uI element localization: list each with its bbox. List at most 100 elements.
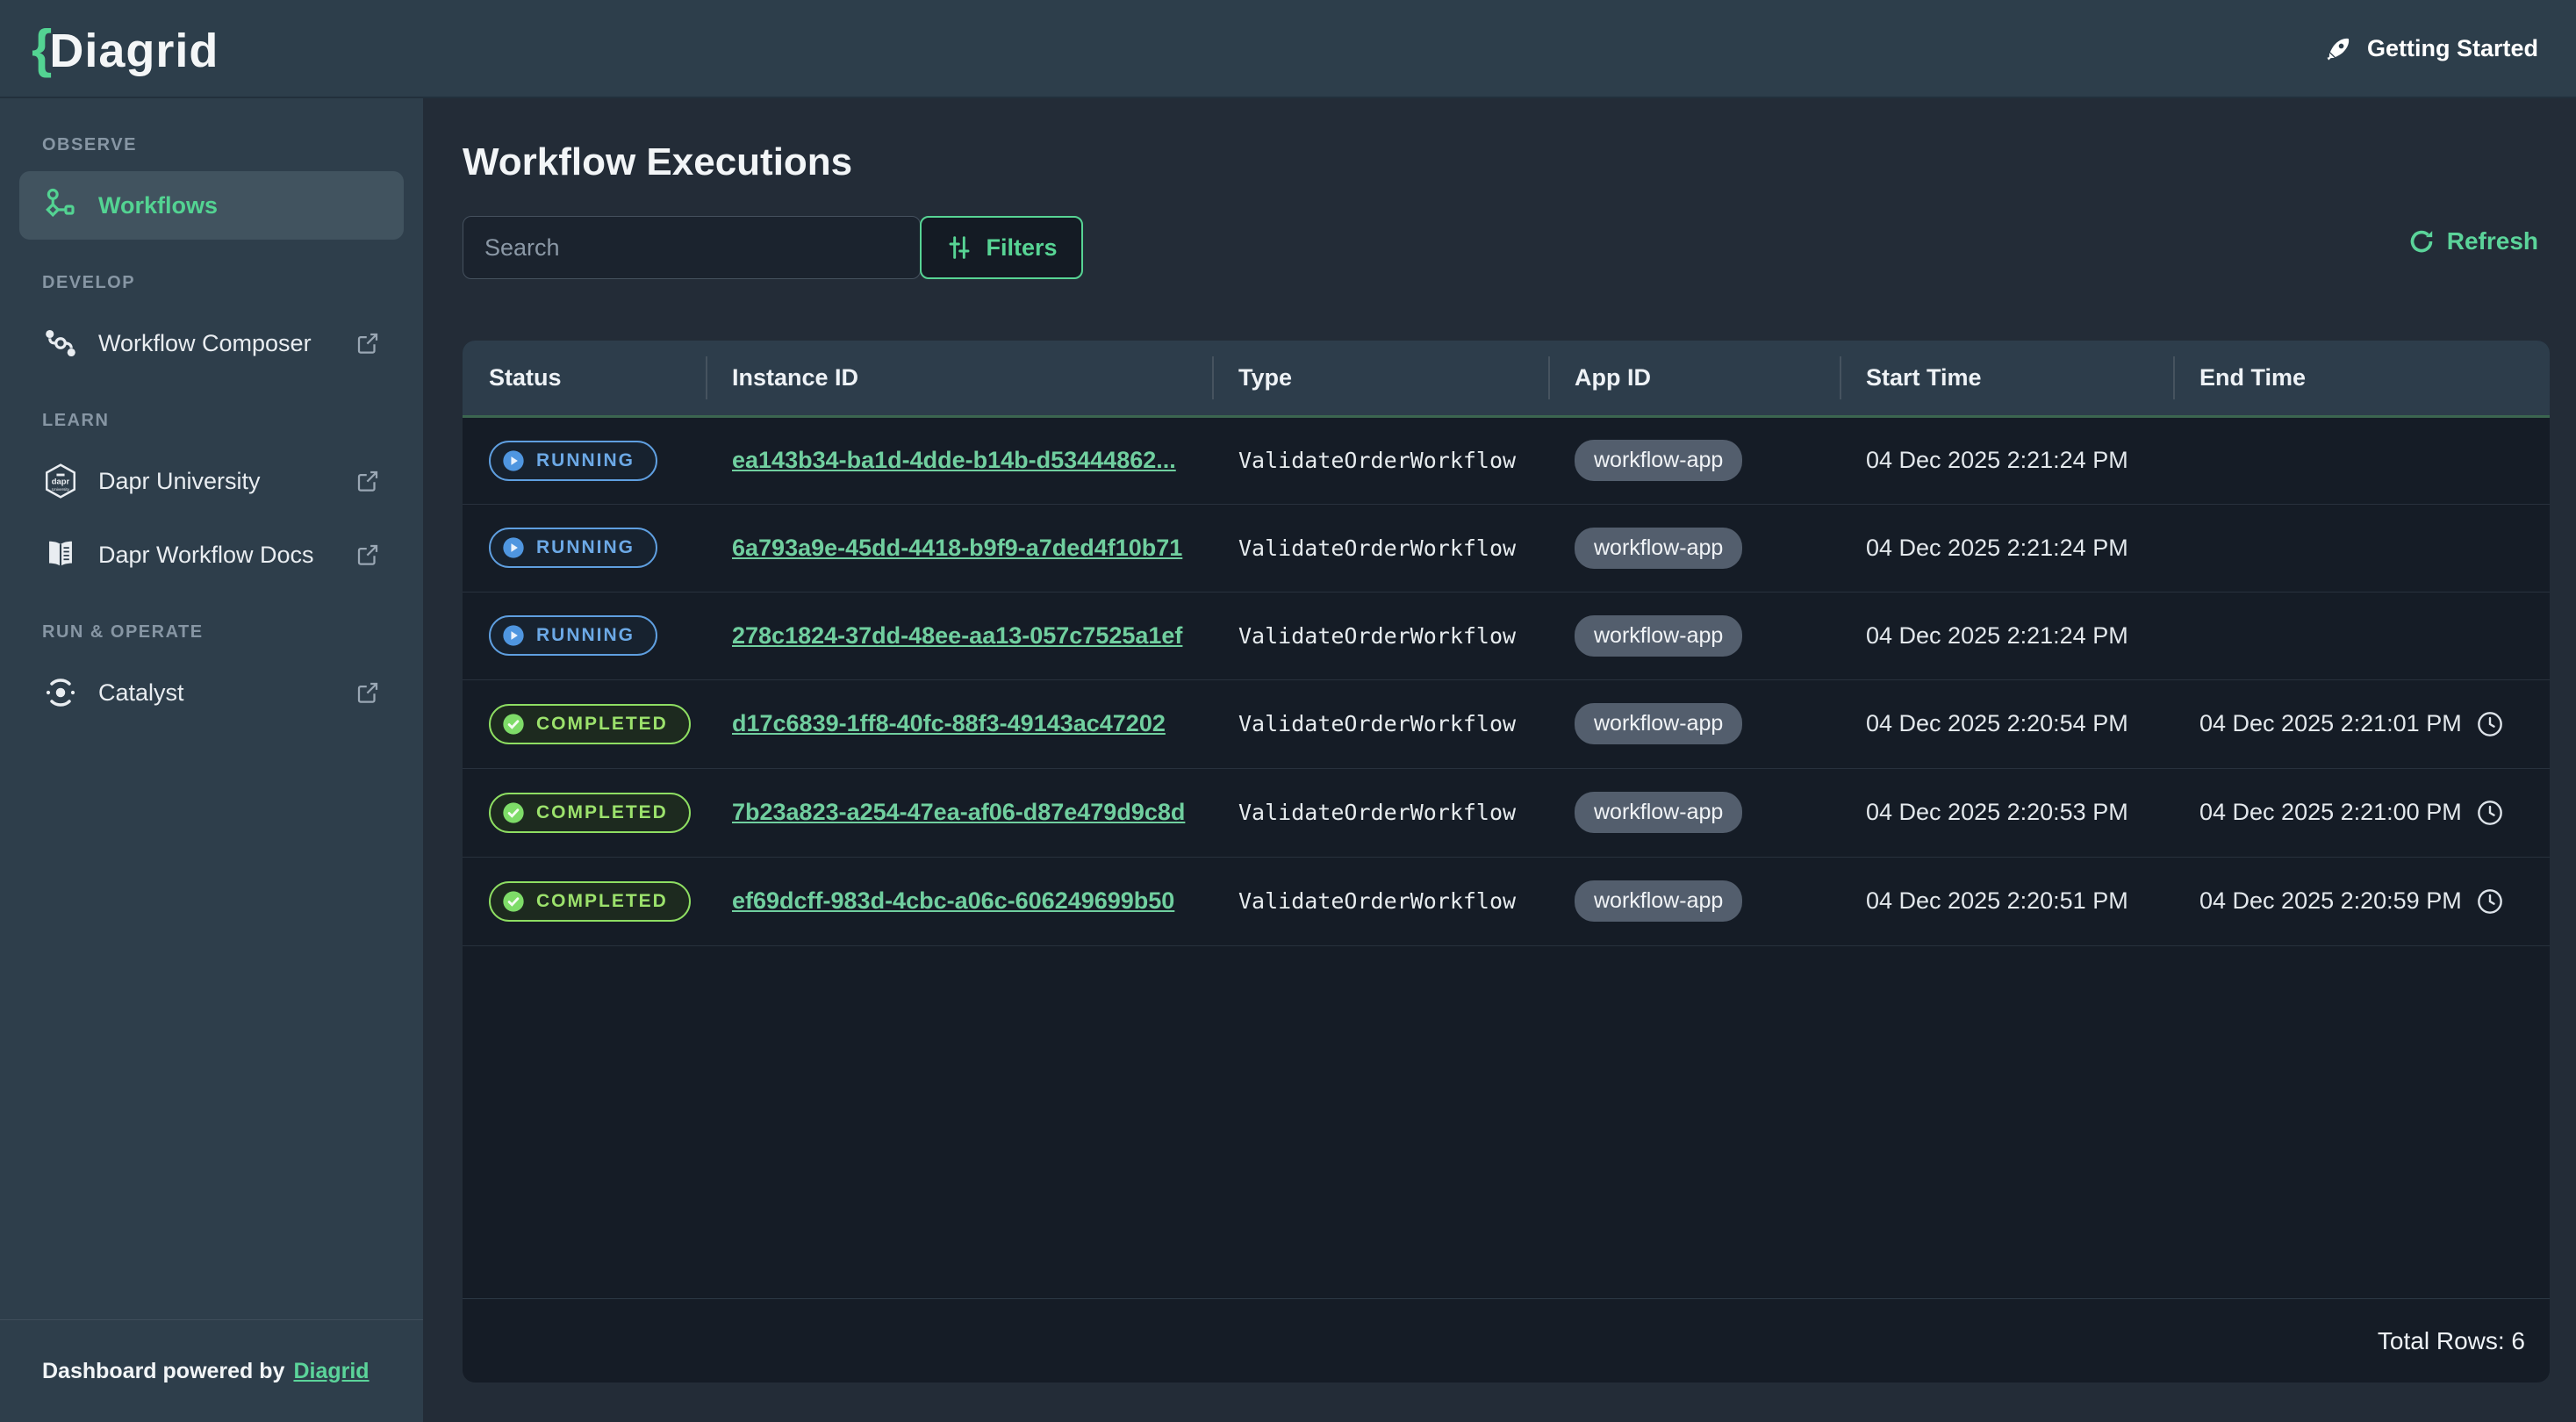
section-label-observe: OBSERVE bbox=[19, 135, 404, 155]
sidebar-item-dapr-workflow-docs[interactable]: Dapr Workflow Docs bbox=[19, 521, 404, 589]
end-time: 04 Dec 2025 2:21:01 PM bbox=[2199, 710, 2462, 737]
search-input[interactable] bbox=[463, 216, 921, 279]
play-circle-icon bbox=[501, 535, 526, 560]
sidebar-item-catalyst[interactable]: Catalyst bbox=[19, 658, 404, 727]
table-header-row: Status Instance ID Type App ID Start Tim… bbox=[463, 341, 2550, 416]
workflow-type: ValidateOrderWorkflow bbox=[1238, 711, 1516, 736]
total-rows-label: Total Rows: 6 bbox=[2378, 1327, 2525, 1355]
sidebar-item-workflows[interactable]: Workflows bbox=[19, 171, 404, 240]
sidebar: OBSERVE Workflows DEVELOP Workflow Compo… bbox=[0, 98, 423, 1422]
workflow-type: ValidateOrderWorkflow bbox=[1238, 448, 1516, 473]
play-circle-icon bbox=[501, 449, 526, 473]
sidebar-item-label: Workflow Composer bbox=[98, 330, 312, 357]
topbar: { Diagrid Getting Started bbox=[0, 0, 2576, 98]
table-row: RUNNING 278c1824-37dd-48ee-aa13-057c7525… bbox=[463, 592, 2550, 679]
sidebar-item-label: Catalyst bbox=[98, 679, 184, 707]
column-header-status[interactable]: Status bbox=[463, 341, 706, 416]
play-circle-icon bbox=[501, 623, 526, 648]
catalyst-icon bbox=[42, 674, 79, 711]
sidebar-item-label: Dapr Workflow Docs bbox=[98, 542, 314, 569]
external-link-icon bbox=[355, 542, 381, 568]
workflow-type: ValidateOrderWorkflow bbox=[1238, 623, 1516, 649]
start-time: 04 Dec 2025 2:21:24 PM bbox=[1866, 535, 2128, 561]
logo-text: Diagrid bbox=[49, 24, 219, 78]
start-time: 04 Dec 2025 2:20:54 PM bbox=[1866, 710, 2128, 736]
start-time: 04 Dec 2025 2:20:53 PM bbox=[1866, 799, 2128, 825]
app-id-chip: workflow-app bbox=[1575, 615, 1742, 657]
getting-started-button[interactable]: Getting Started bbox=[2323, 32, 2538, 64]
status-badge-running: RUNNING bbox=[489, 528, 657, 568]
column-header-instance-id[interactable]: Instance ID bbox=[706, 341, 1212, 416]
filters-icon bbox=[945, 233, 973, 262]
start-time: 04 Dec 2025 2:21:24 PM bbox=[1866, 447, 2128, 473]
column-header-end-time[interactable]: End Time bbox=[2173, 341, 2550, 416]
svg-text:University: University bbox=[52, 487, 70, 492]
instance-id-link[interactable]: 7b23a823-a254-47ea-af06-d87e479d9c8d bbox=[732, 799, 1185, 825]
table-row: RUNNING 6a793a9e-45dd-4418-b9f9-a7ded4f1… bbox=[463, 504, 2550, 592]
end-time: 04 Dec 2025 2:20:59 PM bbox=[2199, 887, 2462, 915]
refresh-icon bbox=[2407, 226, 2436, 256]
workflow-executions-table-card: Status Instance ID Type App ID Start Tim… bbox=[463, 341, 2550, 1382]
status-badge-running: RUNNING bbox=[489, 615, 657, 656]
sidebar-item-label: Workflows bbox=[98, 192, 218, 219]
table-row: RUNNING ea143b34-ba1d-4dde-b14b-d5344486… bbox=[463, 416, 2550, 504]
table-row: COMPLETED d17c6839-1ff8-40fc-88f3-49143a… bbox=[463, 679, 2550, 768]
instance-id-link[interactable]: ef69dcff-983d-4cbc-a06c-606249699b50 bbox=[732, 887, 1174, 914]
app-id-chip: workflow-app bbox=[1575, 880, 1742, 922]
getting-started-label: Getting Started bbox=[2367, 35, 2538, 62]
workflow-type: ValidateOrderWorkflow bbox=[1238, 800, 1516, 825]
refresh-button[interactable]: Refresh bbox=[2407, 226, 2538, 256]
instance-id-link[interactable]: 278c1824-37dd-48ee-aa13-057c7525a1ef bbox=[732, 622, 1182, 649]
external-link-icon bbox=[355, 330, 381, 356]
section-label-learn: LEARN bbox=[19, 411, 404, 431]
end-time: 04 Dec 2025 2:21:00 PM bbox=[2199, 799, 2462, 826]
table-footer: Total Rows: 6 bbox=[463, 1298, 2550, 1382]
clock-icon bbox=[2476, 799, 2504, 827]
check-circle-icon bbox=[501, 712, 526, 736]
workflow-executions-table: Status Instance ID Type App ID Start Tim… bbox=[463, 341, 2550, 946]
rocket-icon bbox=[2323, 32, 2355, 64]
check-circle-icon bbox=[501, 889, 526, 914]
start-time: 04 Dec 2025 2:20:51 PM bbox=[1866, 887, 2128, 914]
filters-label: Filters bbox=[986, 234, 1057, 262]
workflow-type: ValidateOrderWorkflow bbox=[1238, 535, 1516, 561]
check-circle-icon bbox=[501, 801, 526, 825]
app-id-chip: workflow-app bbox=[1575, 528, 1742, 569]
status-badge-running: RUNNING bbox=[489, 441, 657, 481]
instance-id-link[interactable]: d17c6839-1ff8-40fc-88f3-49143ac47202 bbox=[732, 710, 1166, 736]
sidebar-item-label: Dapr University bbox=[98, 468, 261, 495]
svg-text:dapr: dapr bbox=[52, 478, 70, 487]
instance-id-link[interactable]: 6a793a9e-45dd-4418-b9f9-a7ded4f10b71 bbox=[732, 535, 1182, 561]
column-header-start-time[interactable]: Start Time bbox=[1840, 341, 2173, 416]
powered-by-text: Dashboard powered by bbox=[42, 1359, 284, 1384]
start-time: 04 Dec 2025 2:21:24 PM bbox=[1866, 622, 2128, 649]
section-label-run-operate: RUN & OPERATE bbox=[19, 622, 404, 643]
table-row: COMPLETED ef69dcff-983d-4cbc-a06c-606249… bbox=[463, 857, 2550, 945]
diagrid-link[interactable]: Diagrid bbox=[293, 1359, 369, 1384]
external-link-icon bbox=[355, 679, 381, 706]
app-id-chip: workflow-app bbox=[1575, 703, 1742, 744]
sidebar-footer: Dashboard powered by Diagrid bbox=[0, 1319, 423, 1422]
app-id-chip: workflow-app bbox=[1575, 792, 1742, 833]
app-id-chip: workflow-app bbox=[1575, 440, 1742, 481]
column-header-type[interactable]: Type bbox=[1212, 341, 1548, 416]
workflow-type: ValidateOrderWorkflow bbox=[1238, 888, 1516, 914]
sidebar-item-workflow-composer[interactable]: Workflow Composer bbox=[19, 309, 404, 377]
external-link-icon bbox=[355, 468, 381, 494]
sidebar-item-dapr-university[interactable]: dapr University Dapr University bbox=[19, 447, 404, 515]
refresh-label: Refresh bbox=[2447, 227, 2538, 255]
column-header-app-id[interactable]: App ID bbox=[1548, 341, 1840, 416]
workflow-graph-icon bbox=[42, 187, 79, 224]
instance-id-link[interactable]: ea143b34-ba1d-4dde-b14b-d53444862... bbox=[732, 447, 1176, 473]
clock-icon bbox=[2476, 710, 2504, 738]
clock-icon bbox=[2476, 887, 2504, 916]
composer-icon bbox=[42, 325, 79, 362]
status-badge-completed: COMPLETED bbox=[489, 881, 691, 922]
section-label-develop: DEVELOP bbox=[19, 273, 404, 293]
status-badge-completed: COMPLETED bbox=[489, 793, 691, 833]
book-icon bbox=[42, 536, 79, 573]
diagrid-logo: { Diagrid bbox=[32, 18, 219, 79]
filters-button[interactable]: Filters bbox=[920, 216, 1083, 279]
table-row: COMPLETED 7b23a823-a254-47ea-af06-d87e47… bbox=[463, 768, 2550, 857]
dapr-university-icon: dapr University bbox=[42, 463, 79, 499]
